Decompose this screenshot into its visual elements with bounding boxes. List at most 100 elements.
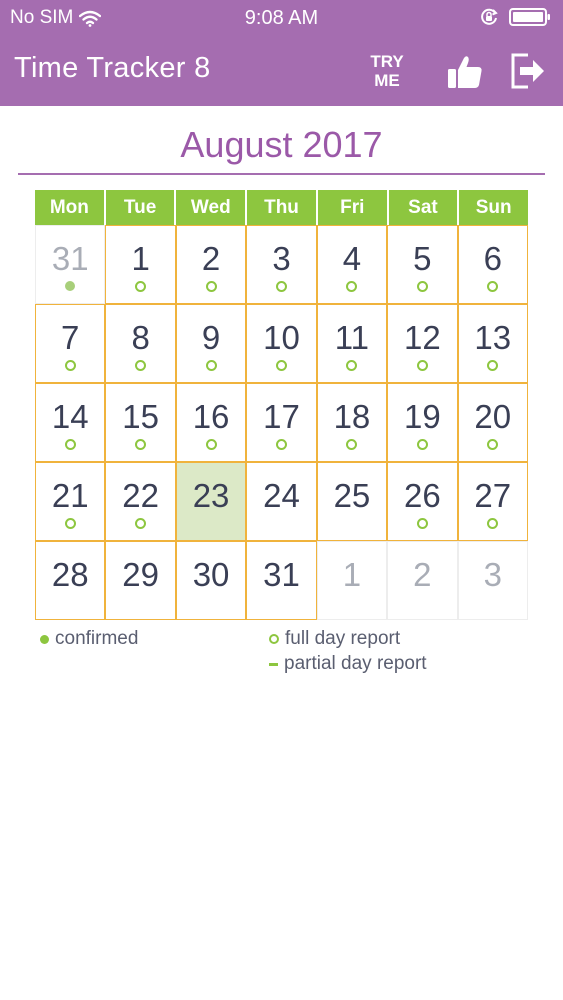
calendar-day[interactable]: 27 bbox=[457, 462, 528, 541]
logout-icon bbox=[511, 53, 544, 89]
calendar-day[interactable]: 7 bbox=[35, 304, 106, 383]
calendar-day[interactable]: 3 bbox=[246, 225, 317, 304]
full-day-ring-icon bbox=[135, 360, 147, 371]
day-number: 11 bbox=[334, 319, 370, 356]
calendar-day[interactable]: 26 bbox=[387, 462, 458, 541]
calendar-day[interactable]: 1 bbox=[316, 541, 388, 620]
calendar-day[interactable]: 31 bbox=[35, 225, 106, 304]
calendar-day[interactable]: 11 bbox=[316, 304, 388, 383]
calendar-day[interactable]: 6 bbox=[457, 225, 528, 304]
day-number: 12 bbox=[403, 319, 441, 356]
calendar-day[interactable]: 2 bbox=[175, 225, 247, 304]
calendar-day[interactable]: 2 bbox=[387, 541, 458, 620]
day-number: 18 bbox=[333, 398, 371, 435]
calendar-day[interactable]: 17 bbox=[246, 383, 317, 462]
full-day-ring-icon bbox=[275, 281, 287, 292]
weekday-header: Fri bbox=[317, 190, 387, 225]
calendar-day[interactable]: 9 bbox=[175, 304, 247, 383]
legend-partial-day: partial day report bbox=[269, 653, 427, 675]
weekday-header: Sat bbox=[388, 190, 458, 225]
day-number: 26 bbox=[403, 477, 441, 514]
day-number: 23 bbox=[192, 477, 230, 514]
full-day-ring-icon bbox=[135, 518, 147, 529]
day-number: 3 bbox=[483, 556, 502, 593]
calendar-day[interactable]: 21 bbox=[35, 462, 106, 541]
month-title: August 2017 bbox=[180, 124, 383, 165]
full-day-ring-icon bbox=[346, 360, 358, 371]
day-number: 2 bbox=[413, 556, 432, 593]
full-day-ring-icon bbox=[135, 439, 147, 450]
calendar-day[interactable]: 19 bbox=[387, 383, 458, 462]
month-divider bbox=[18, 173, 545, 175]
full-day-ring-icon bbox=[416, 439, 428, 450]
day-number: 2 bbox=[201, 240, 221, 277]
full-day-ring-icon bbox=[275, 360, 287, 371]
calendar-day[interactable]: 13 bbox=[457, 304, 528, 383]
battery-icon bbox=[509, 8, 551, 31]
calendar-grid: 31 1 2 3 4 5 6 7 8 9 10 11 12 13 14 15 16 17 18 19 20 21 22 23 2… bbox=[35, 225, 528, 620]
logout-button[interactable] bbox=[508, 51, 548, 91]
day-number: 6 bbox=[483, 240, 502, 277]
full-day-ring-icon bbox=[487, 360, 499, 371]
calendar-day[interactable]: 1 bbox=[105, 225, 176, 304]
full-day-ring-icon bbox=[346, 439, 358, 450]
full-day-ring-icon bbox=[135, 281, 147, 292]
calendar-day[interactable]: 30 bbox=[175, 541, 247, 620]
full-day-ring-icon bbox=[205, 360, 217, 371]
like-button[interactable] bbox=[445, 52, 485, 92]
calendar-day[interactable]: 8 bbox=[105, 304, 176, 383]
full-day-ring-icon bbox=[416, 518, 428, 529]
legend-full-day-label: full day report bbox=[285, 628, 401, 649]
status-bar: No SIM 9:08 AM bbox=[0, 0, 563, 38]
weekday-header: Tue bbox=[105, 190, 175, 225]
day-number: 8 bbox=[131, 319, 150, 356]
day-number: 16 bbox=[192, 398, 230, 435]
calendar: Mon Tue Wed Thu Fri Sat Sun 31 1 2 3 4 5 6 7 8 9 10 11 12 1… bbox=[35, 190, 529, 620]
day-number: 13 bbox=[474, 319, 512, 356]
day-number: 27 bbox=[474, 477, 512, 514]
weekday-header: Sun bbox=[459, 190, 529, 225]
day-number: 25 bbox=[333, 477, 371, 514]
calendar-day[interactable]: 20 bbox=[457, 383, 528, 462]
full-day-ring-icon bbox=[346, 281, 358, 292]
try-me-button[interactable]: TRY ME bbox=[360, 52, 414, 90]
full-day-ring-icon bbox=[416, 281, 428, 292]
full-day-ring-icon bbox=[64, 360, 76, 371]
calendar-day[interactable]: 15 bbox=[105, 383, 176, 462]
full-day-ring-icon bbox=[64, 518, 76, 529]
day-number: 9 bbox=[201, 319, 221, 356]
calendar-day[interactable]: 12 bbox=[387, 304, 458, 383]
weekday-header: Thu bbox=[247, 190, 316, 225]
full-day-ring-icon bbox=[416, 360, 428, 371]
confirmed-dot-icon bbox=[40, 634, 49, 644]
calendar-day[interactable]: 3 bbox=[457, 541, 528, 620]
day-number: 3 bbox=[272, 240, 291, 277]
calendar-day[interactable]: 4 bbox=[316, 225, 388, 304]
full-day-ring-icon bbox=[205, 281, 217, 292]
try-me-line-2: ME bbox=[374, 71, 400, 90]
calendar-day[interactable]: 10 bbox=[246, 304, 317, 383]
calendar-day[interactable]: 24 bbox=[246, 462, 317, 541]
calendar-day[interactable]: 18 bbox=[316, 383, 388, 462]
rotation-lock-icon bbox=[479, 7, 499, 32]
legend-full-day: full day report bbox=[269, 628, 400, 650]
calendar-day[interactable]: 31 bbox=[246, 541, 317, 620]
app-title: Time Tracker 8 bbox=[14, 52, 211, 84]
status-indicators bbox=[479, 7, 551, 32]
calendar-day[interactable]: 28 bbox=[35, 541, 106, 620]
calendar-day[interactable]: 14 bbox=[35, 383, 106, 462]
calendar-day[interactable]: 5 bbox=[387, 225, 458, 304]
calendar-day[interactable]: 22 bbox=[105, 462, 176, 541]
day-number: 7 bbox=[61, 319, 80, 356]
day-number: 31 bbox=[263, 556, 300, 593]
day-number: 24 bbox=[263, 477, 300, 514]
calendar-day[interactable]: 25 bbox=[316, 462, 388, 541]
day-number: 20 bbox=[474, 398, 512, 435]
calendar-day[interactable]: 16 bbox=[175, 383, 247, 462]
calendar-day-today[interactable]: 23 bbox=[175, 462, 247, 541]
full-day-ring-icon bbox=[269, 634, 279, 644]
nav-bar: Time Tracker 8 TRY ME bbox=[0, 38, 563, 106]
calendar-day[interactable]: 29 bbox=[105, 541, 176, 620]
full-day-ring-icon bbox=[487, 439, 499, 450]
thumbs-up-icon bbox=[448, 56, 482, 88]
